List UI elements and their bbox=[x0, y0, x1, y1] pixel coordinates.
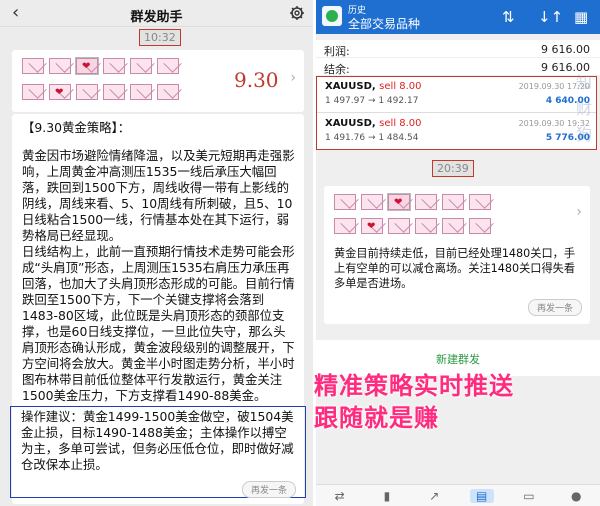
sticker-card[interactable]: 9.30 › bbox=[12, 50, 304, 112]
sticker-row bbox=[22, 57, 179, 75]
timestamp: 20:39 bbox=[432, 160, 474, 177]
bottom-tab-bar: ⇄ ▮ ↗ ▤ ▭ ● bbox=[316, 484, 600, 506]
quotes-tab-icon[interactable]: ⇄ bbox=[328, 489, 352, 503]
message-card: 【9.30黄金策略】： 黄金因市场避险情绪降温，以及美元短期再走强影响，上周黄金… bbox=[10, 114, 306, 504]
calendar-icon[interactable]: ▦ bbox=[574, 8, 588, 26]
order-symbol: XAUUSD, sell 8.00 bbox=[325, 118, 422, 129]
order-row[interactable]: XAUUSD, sell 8.00 1 491.76 → 1 484.54 20… bbox=[317, 114, 596, 150]
date-badge: 9.30 bbox=[234, 68, 279, 92]
summary-row: 利润: 9 616.00 bbox=[316, 40, 600, 58]
gear-icon[interactable] bbox=[289, 5, 305, 21]
order-prices: 1 497.97 → 1 492.17 bbox=[325, 96, 419, 106]
sticker-row bbox=[334, 193, 491, 211]
app-logo-icon bbox=[322, 6, 342, 26]
trade-advice: 操作建议：黄金1499-1500美金做空，破1504美金止损，目标1490-14… bbox=[21, 409, 294, 472]
summary-label: 利润: bbox=[324, 45, 350, 58]
summary-value: 9 616.00 bbox=[541, 43, 590, 56]
summary-row: 结余: 9 616.00 bbox=[316, 58, 600, 76]
envelope-icon bbox=[469, 218, 491, 234]
order-history-list: XAUUSD, sell 8.00 1 497.97 → 1 492.17 20… bbox=[316, 76, 597, 150]
order-symbol: XAUUSD, sell 8.00 bbox=[325, 81, 422, 92]
left-screen: ‹ 群发助手 10:32 9.30 › 【9.30黄金策略】： 黄金因市场避险情… bbox=[0, 0, 313, 506]
envelope-icon bbox=[442, 194, 464, 210]
promo-line-2: 跟随就是赚 bbox=[314, 403, 439, 432]
trade-tab-icon[interactable]: ↗ bbox=[422, 489, 446, 503]
resend-button[interactable]: 再发一条 bbox=[241, 481, 296, 498]
promo-line-1: 精准策略实时推送 bbox=[314, 371, 514, 400]
envelope-icon bbox=[361, 194, 383, 210]
envelope-icon bbox=[49, 58, 71, 74]
envelope-icon bbox=[22, 58, 44, 74]
header-title[interactable]: 全部交易品种 bbox=[348, 15, 420, 32]
order-row[interactable]: XAUUSD, sell 8.00 1 497.97 → 1 492.17 20… bbox=[317, 77, 596, 113]
order-prices: 1 491.76 → 1 484.54 bbox=[325, 133, 419, 143]
heart-envelope-icon bbox=[361, 218, 383, 234]
envelope-icon bbox=[442, 218, 464, 234]
envelope-icon bbox=[415, 218, 437, 234]
chevron-right-icon[interactable]: › bbox=[290, 70, 296, 86]
sticker-row bbox=[22, 84, 179, 100]
chat-title: 群发助手 bbox=[130, 10, 183, 25]
broadcast-card: › 黄金目前持续走低，目前已经处理1480关口，手上有空单的可以减仓离场。关注1… bbox=[324, 186, 590, 324]
strategy-paragraph-2: 日线结构上，此前一直预期行情技术走势可能会形成“头肩顶”形态，上周测压1535右… bbox=[22, 244, 295, 403]
broadcast-message: 黄金目前持续走低，目前已经处理1480关口，手上有空单的可以减仓离场。关注148… bbox=[334, 247, 576, 290]
chat-header: ‹ 群发助手 bbox=[0, 0, 313, 27]
envelope-icon bbox=[388, 218, 410, 234]
envelope-icon bbox=[130, 58, 152, 74]
envelope-icon bbox=[22, 84, 44, 100]
sort-icon[interactable]: ↓↑ bbox=[538, 8, 563, 26]
envelope-icon bbox=[130, 84, 152, 100]
envelope-icon bbox=[103, 58, 125, 74]
watermark: 知 财 狗 bbox=[576, 73, 593, 144]
resend-button[interactable]: 再发一条 bbox=[527, 299, 582, 316]
news-tab-icon[interactable]: ▭ bbox=[517, 489, 541, 503]
currency-switch-icon[interactable]: ⇅ bbox=[502, 8, 515, 26]
timestamp: 10:32 bbox=[139, 29, 181, 46]
chart-tab-icon[interactable]: ▮ bbox=[375, 489, 399, 503]
chevron-right-icon[interactable]: › bbox=[576, 204, 582, 220]
envelope-icon bbox=[334, 218, 356, 234]
envelope-icon bbox=[334, 194, 356, 210]
promo-overlay: 精准策略实时推送 跟随就是赚 bbox=[314, 370, 514, 434]
strategy-heading: 【9.30黄金策略】： bbox=[22, 120, 131, 135]
envelope-icon bbox=[469, 194, 491, 210]
history-tab-icon[interactable]: ▤ bbox=[469, 488, 494, 503]
envelope-icon bbox=[103, 84, 125, 100]
strategy-paragraph-1: 黄金因市场避险情绪降温，以及美元短期再走强影响，上周黄金冲高测压1535一线后承… bbox=[22, 148, 295, 243]
heart-envelope-icon bbox=[387, 193, 411, 211]
trading-header: 历史 全部交易品种 ⇅ ↓↑ ▦ bbox=[316, 0, 600, 34]
messages-tab-icon[interactable]: ● bbox=[564, 489, 588, 503]
envelope-icon bbox=[76, 84, 98, 100]
envelope-icon bbox=[157, 58, 179, 74]
envelope-icon bbox=[157, 84, 179, 100]
sticker-row bbox=[334, 218, 491, 234]
summary-label: 结余: bbox=[324, 63, 350, 76]
heart-envelope-icon bbox=[75, 57, 99, 75]
heart-envelope-icon bbox=[49, 84, 71, 100]
envelope-icon bbox=[415, 194, 437, 210]
